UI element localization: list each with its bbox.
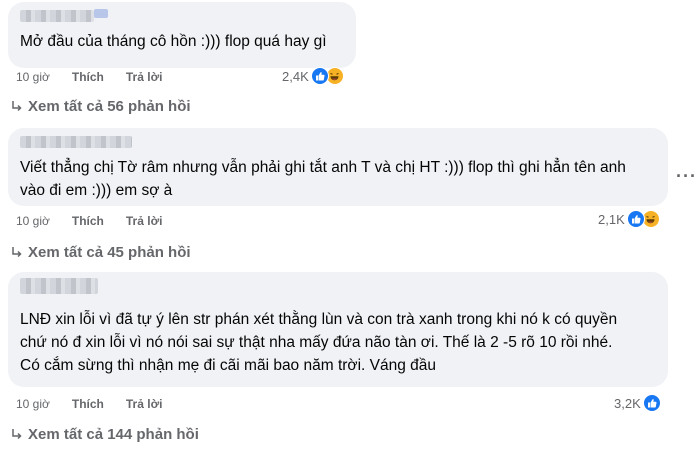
reaction-summary[interactable]: 2,4K [282,67,344,85]
author-name-redacted[interactable] [20,278,656,294]
reply-arrow-icon [12,246,22,257]
comment-text-line: vào đi em :))) em sợ à [20,182,173,199]
reaction-count: 2,4K [282,68,309,84]
reply-arrow-icon [12,428,22,439]
author-name-redacted[interactable] [20,134,656,150]
view-replies-link[interactable]: Xem tất cả 144 phản hồi [12,426,199,443]
comment-actions: 10 giờ Thích Trả lời [16,397,184,411]
view-replies-label: Xem tất cả 45 phản hồi [28,244,191,261]
comment-time[interactable]: 10 giờ [16,397,50,411]
comment-time[interactable]: 10 giờ [16,70,50,84]
view-replies-label: Xem tất cả 56 phản hồi [28,98,191,115]
comment-time[interactable]: 10 giờ [16,214,50,228]
comment-text-line: Viết thẳng chị Tờ râm nhưng vẫn phải ghi… [20,159,626,176]
more-horizontal-icon[interactable]: ··· [676,166,697,187]
author-name-redacted[interactable] [20,8,344,24]
reaction-count: 2,1K [598,211,625,227]
reaction-summary[interactable]: 2,1K [598,210,660,228]
view-replies-link[interactable]: Xem tất cả 45 phản hồi [12,244,191,261]
reply-arrow-icon [12,100,22,111]
comment-text-line: LNĐ xin lỗi vì đã tự ý lên str phán xét … [20,311,618,328]
comment-text-line: chứ nó đ xin lỗi vì nó nói sai sự thật n… [20,334,613,351]
like-button[interactable]: Thích [72,214,104,228]
view-replies-label: Xem tất cả 144 phản hồi [28,426,199,443]
like-button[interactable]: Thích [72,70,104,84]
comment-text: Mở đầu của tháng cô hồn :))) flop quá ha… [20,33,327,50]
reaction-summary[interactable]: 3,2K [614,394,661,412]
comment-actions: 10 giờ Thích Trả lời [16,214,184,228]
comment-text-line: Có cắm sừng thì nhận mẹ đi cãi mãi bao n… [20,357,437,374]
like-icon [626,210,645,228]
comment-bubble: Viết thẳng chị Tờ râm nhưng vẫn phải ghi… [8,128,668,206]
comment-actions: 10 giờ Thích Trả lời [16,70,184,84]
reply-button[interactable]: Trả lời [126,214,163,228]
like-icon [642,394,661,412]
comment-bubble: LNĐ xin lỗi vì đã tự ý lên str phán xét … [8,272,668,387]
reply-button[interactable]: Trả lời [126,397,163,411]
reaction-count: 3,2K [614,395,641,411]
like-icon [310,67,329,85]
like-button[interactable]: Thích [72,397,104,411]
view-replies-link[interactable]: Xem tất cả 56 phản hồi [12,98,191,115]
comment-bubble: Mở đầu của tháng cô hồn :))) flop quá ha… [8,2,356,68]
reply-button[interactable]: Trả lời [126,70,163,84]
